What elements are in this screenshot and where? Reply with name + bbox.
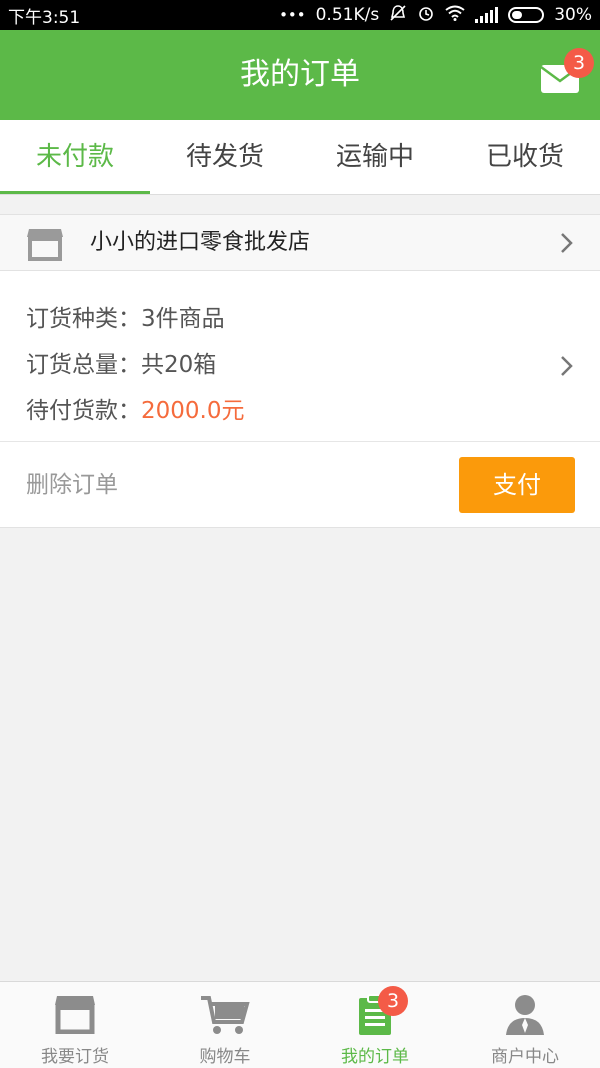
app-header: 我的订单 3 xyxy=(0,30,600,120)
mute-icon xyxy=(389,4,407,26)
bottom-nav: 我要订货 购物车 3 我的订单 商户中心 xyxy=(0,981,600,1068)
user-icon xyxy=(506,995,544,1035)
tab-received[interactable]: 已收货 xyxy=(450,120,600,194)
pay-button[interactable]: 支付 xyxy=(459,457,575,513)
order-qty-label: 订货总量： xyxy=(26,352,141,378)
nav-label: 我要订货 xyxy=(41,1047,109,1067)
nav-orders-badge: 3 xyxy=(378,986,408,1016)
mail-badge: 3 xyxy=(564,48,594,78)
order-payment-value: 2000.0元 xyxy=(141,398,245,424)
order-type-row: 订货种类：3件商品 xyxy=(26,299,225,333)
nav-label: 我的订单 xyxy=(341,1047,409,1067)
battery-icon xyxy=(508,7,545,23)
nav-cart[interactable]: 购物车 xyxy=(150,982,300,1068)
nav-order-goods[interactable]: 我要订货 xyxy=(0,982,150,1068)
order-type-label: 订货种类： xyxy=(26,306,141,332)
shop-name: 小小的进口零食批发店 xyxy=(90,230,311,255)
nav-merchant-center[interactable]: 商户中心 xyxy=(450,982,600,1068)
order-qty-value: 共20箱 xyxy=(141,352,217,378)
nav-label: 购物车 xyxy=(199,1047,251,1067)
nav-my-orders[interactable]: 3 我的订单 xyxy=(300,982,450,1068)
order-qty-row: 订货总量：共20箱 xyxy=(26,345,216,379)
battery-percent: 30% xyxy=(554,5,592,25)
signal-icon xyxy=(475,7,499,23)
status-right: ••• 0.51K/s 30% xyxy=(279,4,592,26)
chevron-right-icon xyxy=(561,233,573,253)
order-tabs: 未付款 待发货 运输中 已收货 xyxy=(0,120,600,195)
order-payment-row: 待付货款：2000.0元 xyxy=(26,391,244,425)
chevron-right-icon xyxy=(561,356,573,376)
cart-icon xyxy=(201,996,250,1034)
order-actions: 删除订单 支付 xyxy=(0,442,600,528)
wifi-icon xyxy=(445,5,465,25)
status-time: 下午3:51 xyxy=(8,7,81,28)
shop-row[interactable]: 小小的进口零食批发店 xyxy=(0,214,600,271)
delete-order-button[interactable]: 删除订单 xyxy=(26,442,118,528)
store-icon xyxy=(27,229,63,261)
store-icon xyxy=(55,996,95,1034)
status-bar: 下午3:51 ••• 0.51K/s 30% xyxy=(0,0,600,30)
messages-button[interactable]: 3 xyxy=(540,48,594,94)
order-details[interactable]: 订货种类：3件商品 订货总量：共20箱 待付货款：2000.0元 xyxy=(0,271,600,442)
more-dots-icon: ••• xyxy=(279,6,306,24)
alarm-icon xyxy=(417,4,435,26)
page-title: 我的订单 xyxy=(240,57,360,92)
tab-to-ship[interactable]: 待发货 xyxy=(150,120,300,194)
order-payment-label: 待付货款： xyxy=(26,398,141,424)
order-type-value: 3件商品 xyxy=(141,306,225,332)
nav-label: 商户中心 xyxy=(491,1047,559,1067)
tab-unpaid[interactable]: 未付款 xyxy=(0,120,150,194)
tab-in-transit[interactable]: 运输中 xyxy=(300,120,450,194)
net-speed: 0.51K/s xyxy=(315,5,380,25)
